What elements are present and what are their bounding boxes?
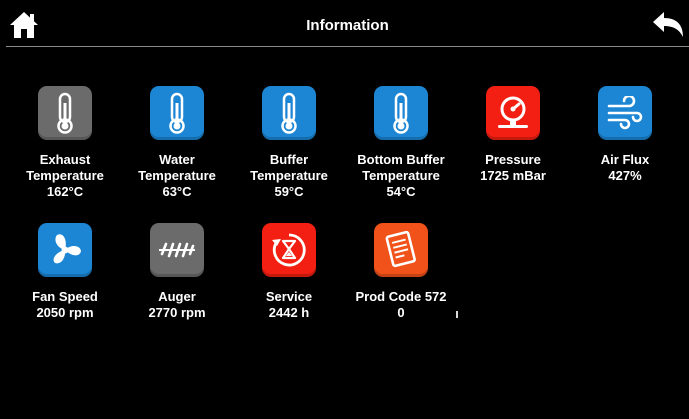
tile-fan-speed[interactable]: Fan Speed 2050 rpm	[9, 223, 121, 321]
tile-exhaust-temperature[interactable]: Exhaust Temperature 162°C	[9, 86, 121, 200]
tile-label-line: Auger	[158, 289, 196, 304]
tile-auger[interactable]: Auger 2770 rpm	[121, 223, 233, 321]
page-title: Information	[306, 17, 389, 34]
thermometer-icon	[150, 86, 204, 140]
auger-icon	[150, 223, 204, 277]
wind-icon	[598, 86, 652, 140]
tile-label: Bottom Buffer Temperature 54°C	[339, 152, 463, 200]
thermometer-icon	[374, 86, 428, 140]
tile-label-line: Fan Speed	[32, 289, 98, 304]
tile-label-line: Air Flux	[600, 152, 650, 167]
tile-label: Air Flux 427%	[563, 152, 687, 184]
tile-label-line: Buffer	[269, 152, 309, 167]
tile-label: Prod Code 572 0	[339, 289, 463, 321]
tile-label: Exhaust Temperature 162°C	[3, 152, 127, 200]
tile-label-line: Temperature	[250, 168, 328, 183]
tile-buffer-temperature[interactable]: Buffer Temperature 59°C	[233, 86, 345, 200]
tile-service[interactable]: Service 2442 h	[233, 223, 345, 321]
fan-icon	[38, 223, 92, 277]
tile-label-line: 2770 rpm	[148, 305, 206, 320]
tile-label-line: Temperature	[26, 168, 104, 183]
tile-label: Auger 2770 rpm	[115, 289, 239, 321]
tile-label: Service 2442 h	[227, 289, 351, 321]
tile-label: Buffer Temperature 59°C	[227, 152, 351, 200]
back-button[interactable]	[651, 11, 685, 39]
tile-pressure[interactable]: Pressure 1725 mBar	[457, 86, 569, 184]
tile-label-line: Bottom Buffer	[357, 152, 445, 167]
tile-air-flux[interactable]: Air Flux 427%	[569, 86, 681, 184]
tile-water-temperature[interactable]: Water Temperature 63°C	[121, 86, 233, 200]
tile-label-line: 427%	[608, 168, 642, 183]
divider-mark	[456, 311, 458, 318]
tile-label: Fan Speed 2050 rpm	[3, 289, 127, 321]
tile-label-line: 54°C	[386, 184, 416, 199]
tile-label-line: Temperature	[138, 168, 216, 183]
document-list-icon	[374, 223, 428, 277]
tile-bottom-buffer-temperature[interactable]: Bottom Buffer Temperature 54°C	[345, 86, 457, 200]
tile-label-line: Service	[265, 289, 313, 304]
information-screen: Information Exhaust Temperature 162°C Wate…	[0, 0, 689, 419]
tile-label-line: Temperature	[362, 168, 440, 183]
tile-label-line: 2050 rpm	[36, 305, 94, 320]
back-arrow-icon	[653, 12, 683, 37]
thermometer-icon	[262, 86, 316, 140]
tile-label-line: 59°C	[274, 184, 304, 199]
tile-label: Pressure 1725 mBar	[451, 152, 575, 184]
tile-label-line: 0	[397, 305, 405, 320]
tile-label-line: 162°C	[46, 184, 84, 199]
thermometer-icon	[38, 86, 92, 140]
header-bar: Information	[6, 5, 689, 47]
tile-label-line: Exhaust	[39, 152, 91, 167]
tile-label-line: Pressure	[485, 152, 541, 167]
tile-label-line: 2442 h	[268, 305, 310, 320]
tile-label-line: Prod Code 572	[355, 289, 447, 304]
tile-label-line: 63°C	[162, 184, 192, 199]
service-hourglass-icon	[262, 223, 316, 277]
tile-label-line: Water	[159, 152, 195, 167]
tile-label-line: 1725 mBar	[480, 168, 546, 183]
tile-label: Water Temperature 63°C	[115, 152, 239, 200]
tile-prod-code[interactable]: Prod Code 572 0	[345, 223, 457, 321]
pressure-gauge-icon	[486, 86, 540, 140]
